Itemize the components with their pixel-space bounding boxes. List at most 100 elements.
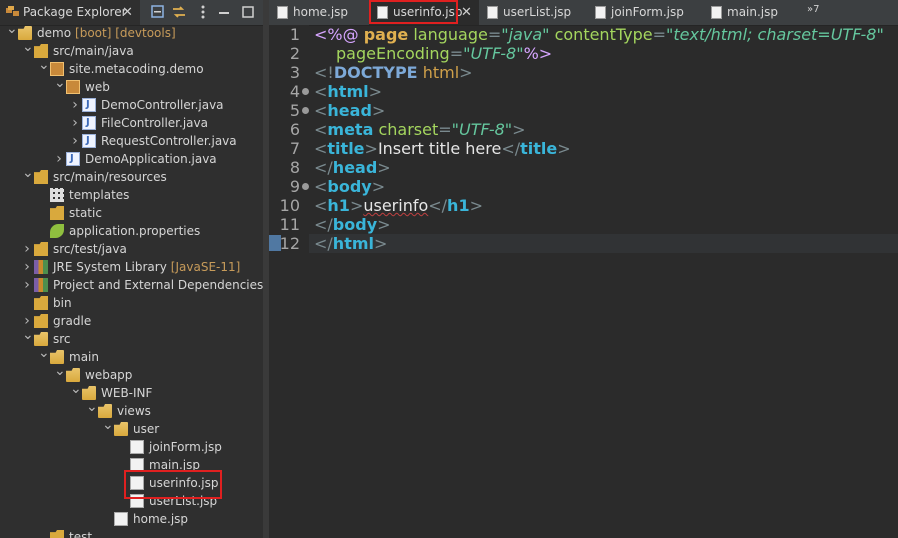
package-explorer-panel: Package Explorer ✕ ⌄ demo [boot] [devtools…	[0, 0, 263, 538]
chevron-right-icon[interactable]: ›	[70, 114, 80, 132]
tree-item[interactable]: templates	[0, 186, 263, 204]
tree-item[interactable]: › src/test/java	[0, 240, 263, 258]
tree-item-label: demo	[37, 26, 72, 40]
code-line: </head>	[314, 158, 391, 177]
tree-item[interactable]: ⌄ main	[0, 345, 263, 366]
tab-main-jsp[interactable]: main.jsp	[703, 0, 793, 25]
library-icon	[34, 260, 48, 274]
line-number: 2	[289, 44, 300, 63]
tree-item-label: static	[69, 206, 102, 220]
chevron-down-icon[interactable]: ⌄	[54, 74, 66, 92]
chevron-down-icon[interactable]: ⌄	[22, 38, 34, 56]
line-number: 11	[279, 215, 300, 234]
fold-toggle-icon[interactable]	[302, 107, 309, 114]
tree-item-label: src/main/java	[53, 44, 134, 58]
chevron-down-icon[interactable]: ⌄	[6, 20, 18, 38]
tree-item[interactable]: home.jsp	[0, 510, 263, 528]
tree-item[interactable]: ⌄ WEB-INF	[0, 381, 263, 402]
tab-label: main.jsp	[727, 5, 778, 19]
close-icon[interactable]: ✕	[461, 0, 472, 25]
tree-item[interactable]: › DemoApplication.java	[0, 150, 263, 168]
line-number-gutter: 1 2 3 4 5 6 7 8 9 10 11 12	[269, 25, 309, 538]
chevron-down-icon[interactable]: ⌄	[38, 56, 50, 74]
chevron-down-icon[interactable]: ⌄	[102, 416, 114, 434]
jsp-file-icon	[277, 6, 288, 19]
source-folder-icon	[34, 242, 48, 256]
tree-item-label: DemoApplication.java	[85, 152, 217, 166]
chevron-down-icon[interactable]: ⌄	[54, 362, 66, 380]
chevron-right-icon[interactable]: ›	[70, 132, 80, 150]
java-file-icon	[82, 132, 96, 150]
tree-item-label: home.jsp	[133, 512, 189, 526]
tree-item[interactable]: ⌄ views	[0, 399, 263, 420]
tab-userlist-jsp[interactable]: userList.jsp	[479, 0, 589, 25]
tree-item[interactable]: › JRE System Library [JavaSE-11]	[0, 258, 263, 276]
tree-item[interactable]: › RequestController.java	[0, 132, 263, 150]
tree-item[interactable]: joinForm.jsp	[0, 438, 263, 456]
collapse-all-icon[interactable]	[150, 4, 166, 20]
chevron-right-icon[interactable]: ›	[22, 258, 32, 276]
chevron-down-icon[interactable]: ⌄	[70, 380, 82, 398]
tree-item-label: Project and External Dependencies	[53, 278, 263, 292]
package-explorer-tab[interactable]: Package Explorer ✕	[0, 0, 140, 25]
fold-toggle-icon[interactable]	[302, 183, 309, 190]
tree-item[interactable]: test	[0, 528, 263, 538]
line-number: 3	[289, 63, 300, 82]
tree-item[interactable]: › FileController.java	[0, 114, 263, 132]
tree-item-label: src/test/java	[53, 242, 127, 256]
source-folder-icon	[34, 170, 48, 184]
tree-item-label: DemoController.java	[101, 98, 224, 112]
chevron-down-icon[interactable]: ⌄	[38, 344, 50, 362]
code-line: pageEncoding="UTF-8"%>	[336, 44, 553, 63]
tab-home-jsp[interactable]: home.jsp	[269, 0, 365, 25]
tree-item[interactable]: bin	[0, 294, 263, 312]
chevron-right-icon[interactable]: ›	[22, 276, 32, 294]
tab-joinform-jsp[interactable]: joinForm.jsp	[587, 0, 697, 25]
fold-toggle-icon[interactable]	[302, 88, 309, 95]
tree-item-label: src/main/resources	[53, 170, 167, 184]
tree-item[interactable]: ⌄ site.metacoding.demo	[0, 57, 263, 78]
package-explorer-tab-label: Package Explorer	[23, 5, 127, 19]
editor-tab-bar: home.jsp userinfo.jsp ✕ userList.jsp joi…	[269, 0, 898, 26]
jsp-file-icon	[114, 512, 128, 526]
tree-item[interactable]: static	[0, 204, 263, 222]
code-line: <title>Insert title here</title>	[314, 139, 571, 158]
jsp-file-icon	[595, 6, 606, 19]
line-number: 8	[289, 158, 300, 177]
tree-item-label: webapp	[85, 368, 133, 382]
view-menu-icon[interactable]	[195, 4, 211, 20]
line-number: 7	[289, 139, 300, 158]
chevron-right-icon[interactable]: ›	[70, 96, 80, 114]
chevron-right-icon[interactable]: ›	[54, 150, 64, 168]
chevron-down-icon[interactable]: ⌄	[86, 398, 98, 416]
tree-item[interactable]: ⌄ webapp	[0, 363, 263, 384]
tree-item[interactable]: › Project and External Dependencies	[0, 276, 263, 294]
maximize-icon[interactable]	[240, 4, 256, 20]
spring-leaf-icon	[50, 224, 64, 238]
tree-item[interactable]: application.properties	[0, 222, 263, 240]
close-icon[interactable]: ✕	[122, 0, 133, 25]
tree-item[interactable]: › DemoController.java	[0, 96, 263, 114]
chevron-down-icon[interactable]: ⌄	[22, 164, 34, 182]
tree-item-label: main	[69, 350, 99, 364]
minimize-icon[interactable]	[216, 4, 232, 20]
tree-item-text: JRE System Library [JavaSE-11]	[53, 258, 240, 276]
tree-item[interactable]: ⌄ user	[0, 417, 263, 438]
tab-overflow-button[interactable]: »7	[807, 4, 819, 15]
chevron-down-icon[interactable]: ⌄	[22, 326, 34, 344]
highlight-box	[369, 0, 458, 24]
tree-item-label: user	[133, 422, 160, 436]
tree-item[interactable]: › gradle	[0, 312, 263, 330]
tree-item-label: site.metacoding.demo	[69, 62, 204, 76]
highlight-box	[124, 470, 222, 499]
line-number: 6	[289, 120, 300, 139]
chevron-right-icon[interactable]: ›	[22, 240, 32, 258]
line-number: 9	[289, 177, 300, 196]
code-editor: home.jsp userinfo.jsp ✕ userList.jsp joi…	[269, 0, 898, 538]
link-with-editor-icon[interactable]	[171, 4, 187, 20]
line-number: 1	[289, 25, 300, 44]
tree-item[interactable]: ⌄ web	[0, 75, 263, 96]
tree-item-label: RequestController.java	[101, 134, 237, 148]
tree-item[interactable]: ⌄ src/main/resources	[0, 165, 263, 186]
tree-item[interactable]: ⌄ demo [boot] [devtools]	[0, 21, 263, 42]
